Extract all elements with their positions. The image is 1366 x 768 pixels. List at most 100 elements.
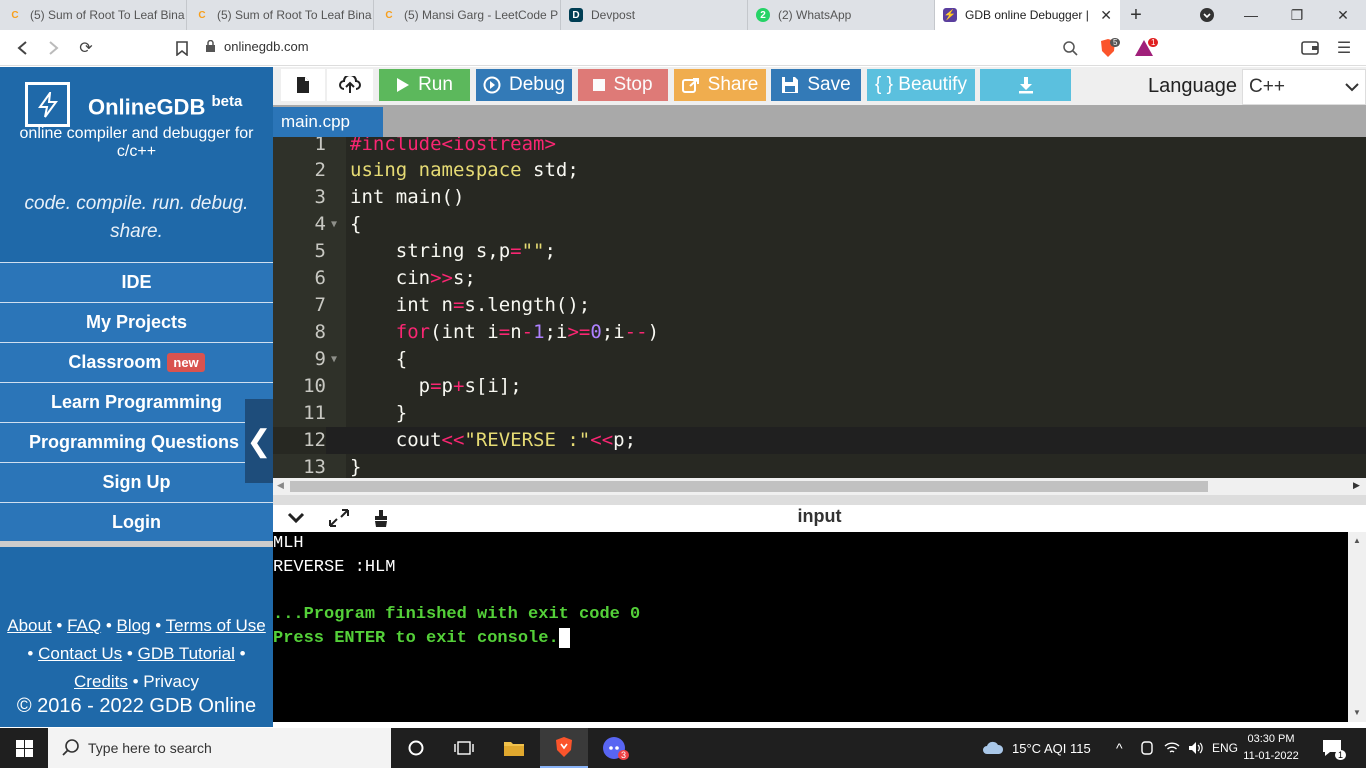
zoom-icon[interactable] xyxy=(1058,36,1082,60)
sidebar: OnlineGDB beta online compiler and debug… xyxy=(0,67,273,727)
sidebar-item-classroom[interactable]: Classroom new xyxy=(0,342,273,382)
brave-taskbar-icon[interactable] xyxy=(540,728,588,768)
code-line: 9 ▼ { xyxy=(273,346,1366,373)
weather-widget[interactable]: 15°C AQI 115 xyxy=(982,728,1091,768)
beautify-button[interactable]: { } Beautify xyxy=(867,69,975,101)
download-button[interactable] xyxy=(980,69,1071,101)
task-view-icon[interactable] xyxy=(440,728,488,768)
browser-tab-leetcode-2[interactable]: C (5) Sum of Root To Leaf Bina xyxy=(187,0,374,30)
motto: code. compile. run. debug. share. xyxy=(24,193,249,242)
new-file-button[interactable] xyxy=(281,69,325,101)
back-icon[interactable] xyxy=(10,36,34,60)
close-tab-icon[interactable]: ✕ xyxy=(1100,7,1112,24)
language-select[interactable]: C++ xyxy=(1242,69,1366,105)
discord-icon[interactable]: 3 xyxy=(590,728,638,768)
scroll-down-icon[interactable]: ▼ xyxy=(1353,708,1361,717)
sidebar-item-ide[interactable]: IDE xyxy=(0,262,273,302)
file-explorer-icon[interactable] xyxy=(490,728,538,768)
sidebar-item-my-projects[interactable]: My Projects xyxy=(0,302,273,342)
brave-rewards-icon[interactable]: 1 xyxy=(1132,36,1159,60)
fold-arrow-icon[interactable]: ▼ xyxy=(331,346,337,373)
debug-button[interactable]: Debug xyxy=(476,69,572,101)
upload-button[interactable] xyxy=(327,69,373,101)
bookmark-icon[interactable] xyxy=(170,36,194,60)
scroll-left-icon[interactable]: ◀ xyxy=(277,480,284,491)
restore-icon[interactable]: ❐ xyxy=(1274,0,1320,30)
cortana-icon[interactable] xyxy=(392,728,440,768)
windows-start-icon[interactable] xyxy=(0,728,48,768)
collapse-sidebar-icon[interactable]: ❮ xyxy=(245,399,273,483)
console-vertical-scrollbar[interactable]: ▲ ▼ xyxy=(1348,532,1366,722)
wallet-icon[interactable] xyxy=(1298,36,1322,60)
sidebar-item-login[interactable]: Login xyxy=(0,502,273,542)
code-editor[interactable]: 1 #include<iostream> 2 using namespace s… xyxy=(273,137,1366,478)
footer-terms[interactable]: Terms of Use xyxy=(166,616,266,635)
devpost-icon: D xyxy=(569,8,583,22)
close-window-icon[interactable]: ✕ xyxy=(1320,0,1366,30)
download-icon xyxy=(1018,77,1033,94)
footer-contact[interactable]: Contact Us xyxy=(38,644,122,663)
run-button[interactable]: Run xyxy=(379,69,470,101)
brave-shield-icon[interactable]: 5 xyxy=(1096,36,1121,60)
url-field[interactable]: onlinegdb.com xyxy=(224,39,309,54)
taskbar-search[interactable]: Type here to search xyxy=(48,728,391,768)
footer-blog[interactable]: Blog xyxy=(117,616,151,635)
stop-button[interactable]: Stop xyxy=(578,69,668,101)
browser-tab-leetcode-1[interactable]: C (5) Sum of Root To Leaf Bina xyxy=(0,0,187,30)
fold-arrow-icon[interactable]: ▼ xyxy=(331,211,337,238)
footer-about[interactable]: About xyxy=(7,616,51,635)
meet-now-icon[interactable] xyxy=(1140,728,1154,768)
tab-main-cpp[interactable]: main.cpp xyxy=(273,107,383,137)
editor-horizontal-scrollbar[interactable]: ◀ ▶ xyxy=(273,478,1366,495)
file-tab-bar: main.cpp xyxy=(273,105,1366,137)
scroll-up-icon[interactable]: ▲ xyxy=(1353,536,1361,545)
reload-icon[interactable]: ⟳ xyxy=(74,36,98,60)
copyright: © 2016 - 2022 GDB Online xyxy=(16,695,257,717)
play-icon xyxy=(397,78,410,92)
notification-count: 1 xyxy=(1335,750,1347,760)
tab-search-icon[interactable] xyxy=(1184,0,1230,30)
footer-credits[interactable]: Credits xyxy=(74,672,128,691)
wifi-icon[interactable] xyxy=(1164,728,1180,768)
new-tab-button[interactable]: + xyxy=(1120,0,1152,30)
chevron-down-icon xyxy=(1345,79,1359,95)
menu-icon[interactable]: ☰ xyxy=(1332,36,1356,60)
cursor xyxy=(558,627,570,648)
leetcode-icon: C xyxy=(11,9,19,21)
sidebar-item-programming-questions[interactable]: Programming Questions xyxy=(0,422,273,462)
code-line: 6 cin>>s; xyxy=(314,267,476,289)
sidebar-menu: IDE My Projects Classroom new Learn Progr… xyxy=(0,262,273,542)
tray-chevron-icon[interactable]: ^ xyxy=(1116,728,1123,768)
sidebar-item-learn-programming[interactable]: Learn Programming xyxy=(0,382,273,422)
footer-gdb-tutorial[interactable]: GDB Tutorial xyxy=(138,644,235,663)
forward-icon[interactable] xyxy=(42,36,66,60)
sidebar-item-sign-up[interactable]: Sign Up xyxy=(0,462,273,502)
browser-tab-leetcode-3[interactable]: C (5) Mansi Garg - LeetCode P xyxy=(374,0,561,30)
volume-icon[interactable] xyxy=(1188,728,1204,768)
footer-faq[interactable]: FAQ xyxy=(67,616,101,635)
save-button[interactable]: Save xyxy=(771,69,861,101)
code-line: 5 string s,p=""; xyxy=(314,240,556,262)
brand-name[interactable]: OnlineGDB beta xyxy=(88,93,242,120)
onlinegdb-logo-icon[interactable] xyxy=(25,82,70,127)
code-line: 1 #include<iostream> xyxy=(314,137,556,155)
menu-divider xyxy=(0,541,273,547)
footer-privacy[interactable]: Privacy xyxy=(143,672,199,691)
browser-tab-devpost[interactable]: D Devpost xyxy=(561,0,748,30)
scroll-thumb[interactable] xyxy=(290,481,1208,492)
floppy-icon xyxy=(782,77,799,93)
console-output[interactable]: MLH REVERSE :HLM ...Program finished wit… xyxy=(273,532,1348,722)
code-line: 4 ▼ { xyxy=(273,211,1366,238)
browser-tab-whatsapp[interactable]: 2 (2) WhatsApp xyxy=(748,0,935,30)
splitter[interactable] xyxy=(273,495,1366,505)
scroll-right-icon[interactable]: ▶ xyxy=(1353,480,1360,491)
browser-tab-gdb[interactable]: ⚡ GDB online Debugger | ✕ xyxy=(935,0,1120,30)
tab-title: (5) Sum of Root To Leaf Bina xyxy=(30,8,185,22)
minimize-icon[interactable]: — xyxy=(1228,0,1274,30)
input-language[interactable]: ENG xyxy=(1212,728,1238,768)
share-button[interactable]: Share xyxy=(674,69,766,101)
system-clock[interactable]: 03:30 PM 11-01-2022 xyxy=(1236,731,1306,765)
tab-title: (5) Mansi Garg - LeetCode P xyxy=(404,8,559,22)
language-label: Language xyxy=(1148,75,1237,97)
notification-icon[interactable]: 1 xyxy=(1322,728,1347,768)
